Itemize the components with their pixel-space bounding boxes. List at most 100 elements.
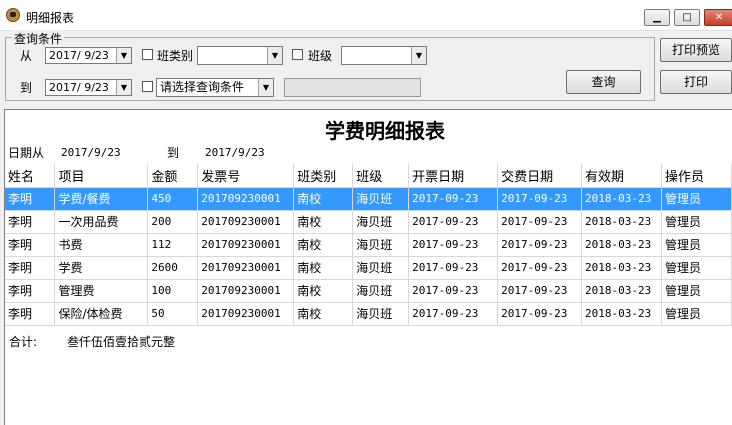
class-dropdown-icon[interactable]: ▼	[411, 47, 426, 64]
column-header-class-type[interactable]: 班类别	[293, 164, 354, 188]
cell-issue-date[interactable]: 2017-09-23	[408, 302, 499, 326]
cell-pay-date[interactable]: 2017-09-23	[497, 187, 583, 211]
cell-valid-until[interactable]: 2018-03-23	[581, 233, 663, 257]
column-header-invoice[interactable]: 发票号	[197, 164, 295, 188]
cell-class[interactable]: 海贝班	[352, 233, 410, 257]
condition-checkbox[interactable]	[142, 81, 153, 92]
cell-name[interactable]: 李明	[5, 256, 56, 280]
from-label: 从	[20, 49, 33, 63]
cell-amount[interactable]: 112	[147, 233, 199, 257]
cell-class[interactable]: 海贝班	[352, 256, 410, 280]
condition-input[interactable]	[284, 78, 421, 97]
window-title: 明细报表	[26, 11, 75, 25]
cell-item[interactable]: 书费	[54, 233, 149, 257]
cell-issue-date[interactable]: 2017-09-23	[408, 187, 499, 211]
class-type-select[interactable]: ▼	[197, 46, 283, 65]
cell-class-type[interactable]: 南校	[293, 256, 354, 280]
from-date-picker[interactable]: 2017/ 9/23 ▼	[45, 47, 132, 64]
print-preview-button[interactable]: 打印预览	[660, 38, 732, 62]
cell-issue-date[interactable]: 2017-09-23	[408, 210, 499, 234]
table-row[interactable]: 李明 书费 112 201709230001 南校 海贝班 2017-09-23 2017-0…	[5, 233, 732, 257]
cell-name[interactable]: 李明	[5, 302, 56, 326]
cell-valid-until[interactable]: 2018-03-23	[581, 279, 663, 303]
cell-issue-date[interactable]: 2017-09-23	[408, 256, 499, 280]
column-header-pay-date[interactable]: 交费日期	[497, 164, 583, 188]
cell-operator[interactable]: 管理员	[661, 210, 732, 234]
cell-item[interactable]: 保险/体检费	[54, 302, 149, 326]
cell-amount[interactable]: 200	[147, 210, 199, 234]
cell-class-type[interactable]: 南校	[293, 233, 354, 257]
column-header-operator[interactable]: 操作员	[661, 164, 732, 188]
condition-select[interactable]: 请选择查询条件 ▼	[156, 78, 274, 97]
cell-class[interactable]: 海贝班	[352, 187, 410, 211]
column-header-class[interactable]: 班级	[352, 164, 410, 188]
class-checkbox[interactable]	[292, 49, 303, 60]
column-header-amount[interactable]: 金额	[147, 164, 199, 188]
cell-class[interactable]: 海贝班	[352, 302, 410, 326]
cell-item[interactable]: 学费	[54, 256, 149, 280]
cell-operator[interactable]: 管理员	[661, 302, 732, 326]
cell-invoice[interactable]: 201709230001	[197, 187, 295, 211]
cell-pay-date[interactable]: 2017-09-23	[497, 233, 583, 257]
print-button[interactable]: 打印	[660, 70, 732, 94]
table-row[interactable]: 李明 管理费 100 201709230001 南校 海贝班 2017-09-23 2017-…	[5, 279, 732, 303]
cell-valid-until[interactable]: 2018-03-23	[581, 210, 663, 234]
cell-amount[interactable]: 2600	[147, 256, 199, 280]
cell-valid-until[interactable]: 2018-03-23	[581, 187, 663, 211]
cell-operator[interactable]: 管理员	[661, 233, 732, 257]
cell-invoice[interactable]: 201709230001	[197, 256, 295, 280]
table-row[interactable]: 李明 一次用品费 200 201709230001 南校 海贝班 2017-09-23 201…	[5, 210, 732, 234]
cell-operator[interactable]: 管理员	[661, 187, 732, 211]
cell-name[interactable]: 李明	[5, 233, 56, 257]
cell-invoice[interactable]: 201709230001	[197, 302, 295, 326]
table-row[interactable]: 李明 保险/体检费 50 201709230001 南校 海贝班 2017-09-23 201…	[5, 302, 732, 326]
cell-valid-until[interactable]: 2018-03-23	[581, 302, 663, 326]
total-label: 合计:	[9, 335, 38, 349]
cell-item[interactable]: 管理费	[54, 279, 149, 303]
column-header-valid-until[interactable]: 有效期	[581, 164, 663, 188]
cell-operator[interactable]: 管理员	[661, 256, 732, 280]
cell-name[interactable]: 李明	[5, 210, 56, 234]
to-date-picker[interactable]: 2017/ 9/23 ▼	[45, 79, 132, 96]
cell-class-type[interactable]: 南校	[293, 279, 354, 303]
column-header-issue-date[interactable]: 开票日期	[408, 164, 499, 188]
cell-class-type[interactable]: 南校	[293, 302, 354, 326]
table-row[interactable]: 李明 学费/餐费 450 201709230001 南校 海贝班 2017-09-23 201…	[5, 187, 732, 211]
cell-pay-date[interactable]: 2017-09-23	[497, 256, 583, 280]
cell-class-type[interactable]: 南校	[293, 210, 354, 234]
maximize-button[interactable]: □	[674, 9, 700, 26]
cell-invoice[interactable]: 201709230001	[197, 210, 295, 234]
cell-class[interactable]: 海贝班	[352, 279, 410, 303]
cell-invoice[interactable]: 201709230001	[197, 233, 295, 257]
cell-amount[interactable]: 450	[147, 187, 199, 211]
cell-name[interactable]: 李明	[5, 279, 56, 303]
cell-item[interactable]: 一次用品费	[54, 210, 149, 234]
cell-pay-date[interactable]: 2017-09-23	[497, 210, 583, 234]
cell-class[interactable]: 海贝班	[352, 210, 410, 234]
cell-invoice[interactable]: 201709230001	[197, 279, 295, 303]
class-type-dropdown-icon[interactable]: ▼	[267, 47, 282, 64]
table-row[interactable]: 李明 学费 2600 201709230001 南校 海贝班 2017-09-23 2017-…	[5, 256, 732, 280]
column-header-name[interactable]: 姓名	[5, 164, 56, 188]
class-type-checkbox[interactable]	[142, 49, 153, 60]
query-button[interactable]: 查询	[566, 70, 641, 94]
from-date-dropdown-icon[interactable]: ▼	[116, 48, 131, 63]
cell-amount[interactable]: 50	[147, 302, 199, 326]
cell-operator[interactable]: 管理员	[661, 279, 732, 303]
cell-item[interactable]: 学费/餐费	[54, 187, 149, 211]
cell-pay-date[interactable]: 2017-09-23	[497, 302, 583, 326]
cell-pay-date[interactable]: 2017-09-23	[497, 279, 583, 303]
minimize-button[interactable]: ▁	[644, 9, 670, 26]
column-header-item[interactable]: 项目	[54, 164, 149, 188]
cell-issue-date[interactable]: 2017-09-23	[408, 279, 499, 303]
close-button[interactable]: ✕	[704, 9, 732, 26]
class-select[interactable]: ▼	[341, 46, 427, 65]
to-date-dropdown-icon[interactable]: ▼	[116, 80, 131, 95]
app-icon	[6, 8, 20, 22]
cell-valid-until[interactable]: 2018-03-23	[581, 256, 663, 280]
cell-issue-date[interactable]: 2017-09-23	[408, 233, 499, 257]
cell-name[interactable]: 李明	[5, 187, 56, 211]
cell-amount[interactable]: 100	[147, 279, 199, 303]
cell-class-type[interactable]: 南校	[293, 187, 354, 211]
condition-dropdown-icon[interactable]: ▼	[258, 79, 273, 96]
